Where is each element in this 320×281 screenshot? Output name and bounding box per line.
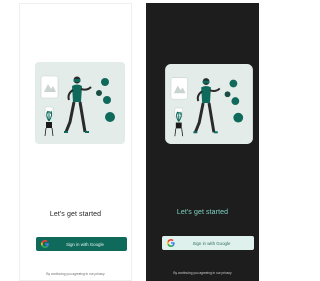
google-icon — [40, 240, 49, 249]
privacy-disclaimer: By continuing you agreeing in our privac… — [173, 271, 232, 275]
google-button-label: Sign in with Google — [66, 241, 104, 247]
app-preview-stage: Let's get started Sign in with Google By… — [0, 0, 260, 281]
vr-illustration — [162, 64, 256, 144]
google-icon — [166, 239, 175, 248]
privacy-disclaimer: By continuing you agreeing in our privac… — [46, 272, 105, 276]
onboarding-screen-light: Let's get started Sign in with Google By… — [19, 3, 132, 281]
google-button-label: Sign in with Google — [192, 240, 231, 246]
page-title: Let's get started — [49, 211, 102, 218]
onboarding-screen-dark: Let's get started Sign in with Google By… — [146, 3, 259, 281]
page-title: Let's get started — [176, 209, 229, 216]
sign-in-with-google-button[interactable]: Sign in with Google — [36, 237, 127, 251]
sign-in-with-google-button[interactable]: Sign in with Google — [162, 236, 254, 250]
vr-illustration — [35, 62, 125, 144]
